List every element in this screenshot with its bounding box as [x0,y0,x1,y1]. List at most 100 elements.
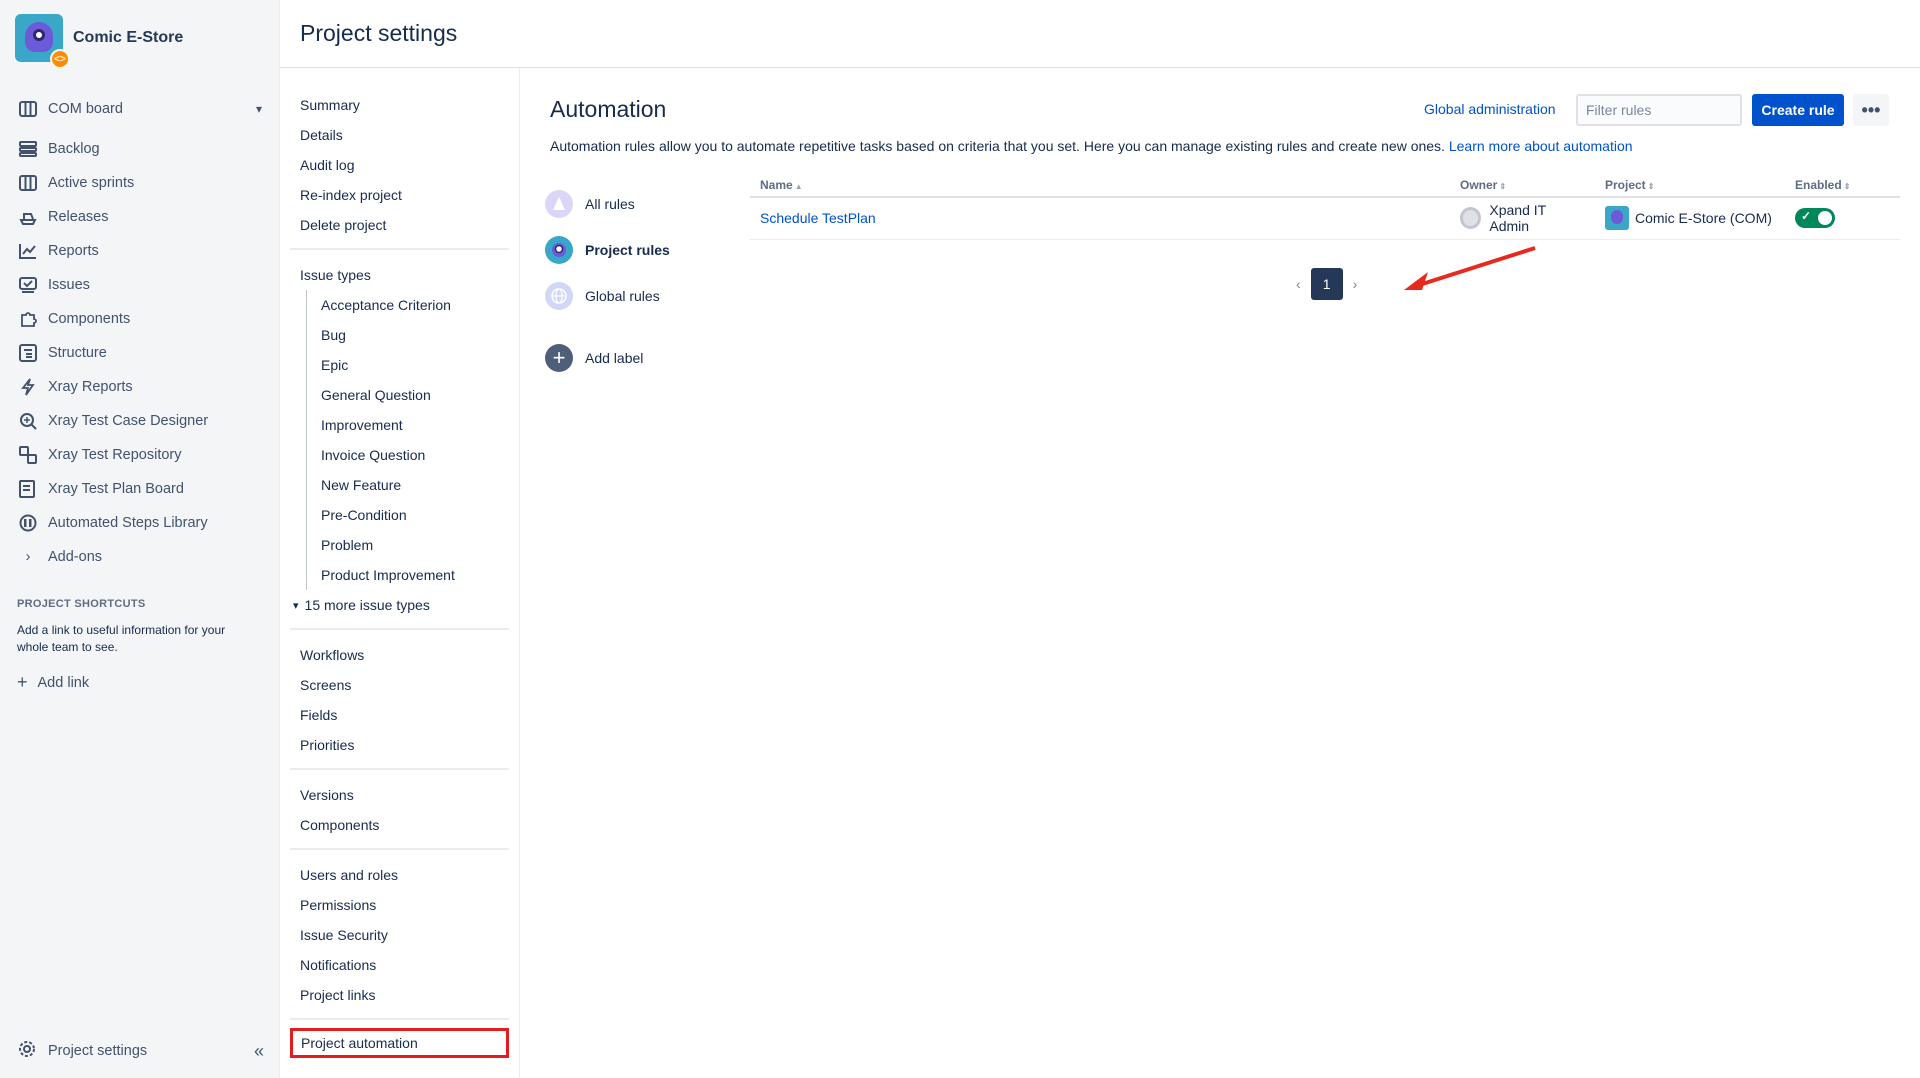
column-header-enabled[interactable]: Enabled ⇕ [1785,173,1900,198]
sidebar-item-xray-test-repository[interactable]: Xray Test Repository [0,438,280,472]
settings-item-screens[interactable]: Screens [290,670,509,700]
table-row: Schedule TestPlan Xpand IT Admin Comic E… [750,197,1900,240]
sidebar-item-reports[interactable]: Reports [0,234,280,268]
sidebar-item-xray-test-case-designer[interactable]: Xray Test Case Designer [0,404,280,438]
owner-name: Xpand IT Admin [1489,202,1546,235]
settings-group-issue-types: Issue types Acceptance Criterion Bug Epi… [290,250,509,630]
rule-categories: All rules Project rules Global rules + A… [545,181,715,381]
sidebar-item-releases[interactable]: Releases [0,200,280,234]
sidebar-item-add-ons[interactable]: › Add-ons [0,540,280,574]
settings-item-project-automation[interactable]: Project automation [290,1028,509,1058]
issue-type-item[interactable]: Acceptance Criterion [307,290,509,320]
sidebar-item-structure[interactable]: Structure [0,336,280,370]
settings-item-project-links[interactable]: Project links [290,980,509,1010]
settings-item-summary[interactable]: Summary [290,90,509,120]
plus-icon: + [545,344,573,372]
settings-item-audit-log[interactable]: Audit log [290,150,509,180]
chevron-down-icon[interactable]: ▾ [256,102,262,116]
sidebar-item-xray-test-plan-board[interactable]: Xray Test Plan Board [0,472,280,506]
issue-type-item[interactable]: Pre-Condition [307,500,509,530]
issue-type-item[interactable]: Epic [307,350,509,380]
issue-type-item[interactable]: Product Improvement [307,560,509,590]
settings-item-permissions[interactable]: Permissions [290,890,509,920]
issue-type-item[interactable]: Improvement [307,410,509,440]
settings-group-versions: Versions Components [290,770,509,850]
issue-type-item[interactable]: New Feature [307,470,509,500]
settings-item-delete-project[interactable]: Delete project [290,210,509,240]
chevron-left-icon[interactable]: ‹ [1286,276,1311,292]
category-project-rules[interactable]: Project rules [545,227,715,273]
category-all-rules[interactable]: All rules [545,181,715,227]
filter-rules-input[interactable] [1576,94,1742,126]
add-link-button[interactable]: + Add link [17,672,257,693]
add-link-label: Add link [37,674,90,691]
settings-item-versions[interactable]: Versions [290,780,509,810]
check-icon: ✓ [1801,209,1812,224]
enabled-toggle[interactable]: ✓ [1795,208,1835,229]
avatar [1460,207,1482,230]
sidebar-item-backlog[interactable]: Backlog [0,132,280,166]
issue-type-item[interactable]: Problem [307,530,509,560]
sidebar-item-active-sprints[interactable]: Active sprints [0,166,280,200]
more-issue-types-label: 15 more issue types [304,597,430,613]
chevron-down-icon: ▾ [293,599,299,612]
settings-item-details[interactable]: Details [290,120,509,150]
column-header-name[interactable]: Name ▲ [750,173,1450,198]
project-avatar [1605,206,1629,231]
structure-icon [18,343,38,363]
global-administration-link[interactable]: Global administration [1424,101,1556,117]
issues-icon [18,275,38,295]
sidebar-item-label: Project settings [48,1043,148,1059]
puzzle-icon [18,309,38,329]
settings-item-components[interactable]: Components [290,810,509,840]
annotation-arrow-icon [1404,246,1536,290]
category-label: Global rules [585,288,660,304]
collapse-sidebar-icon[interactable]: « [254,1041,264,1062]
settings-item-issue-security[interactable]: Issue Security [290,920,509,950]
more-issue-types-toggle[interactable]: ▾ 15 more issue types [290,590,509,620]
project-avatar: <> [15,14,70,69]
shortcuts-description: Add a link to useful information for you… [17,623,226,654]
column-header-owner[interactable]: Owner ⇕ [1450,173,1595,198]
ship-icon [18,207,38,227]
sidebar-item-components[interactable]: Components [0,302,280,336]
settings-item-workflows[interactable]: Workflows [290,640,509,670]
settings-group-schemes: Workflows Screens Fields Priorities [290,630,509,770]
chevron-right-icon[interactable]: › [1343,276,1368,292]
settings-item-priorities[interactable]: Priorities [290,730,509,760]
settings-item-notifications[interactable]: Notifications [290,950,509,980]
settings-group-automation: Project automation [290,1028,509,1058]
page-button[interactable]: 1 [1310,268,1343,300]
description-text: Automation rules allow you to automate r… [550,138,1445,154]
settings-item-users-and-roles[interactable]: Users and roles [290,860,509,890]
learn-more-link[interactable]: Learn more about automation [1449,138,1633,154]
settings-item-reindex-project[interactable]: Re-index project [290,180,509,210]
issue-type-item[interactable]: General Question [307,380,509,410]
create-rule-button[interactable]: Create rule [1752,94,1844,126]
plan-board-icon [18,479,38,499]
rule-name-link[interactable]: Schedule TestPlan [760,210,876,226]
project-name: Comic E-Store [73,29,184,46]
sidebar-item-project-settings[interactable]: Project settings « [18,1040,264,1062]
sidebar-item-automated-steps-library[interactable]: Automated Steps Library [0,506,280,540]
issue-type-item[interactable]: Invoice Question [307,440,509,470]
column-header-project[interactable]: Project ⇕ [1595,173,1785,198]
issue-type-item[interactable]: Bug [307,320,509,350]
designer-icon [18,411,38,431]
sidebar-item-issues[interactable]: Issues [0,268,280,302]
sidebar-item-board[interactable]: COM board ▾ [0,92,280,126]
header-label: Name [760,177,793,192]
add-label-button[interactable]: + Add label [545,335,715,381]
bolt-icon [18,377,38,397]
library-icon [18,513,38,533]
sidebar-item-xray-reports[interactable]: Xray Reports [0,370,280,404]
category-global-rules[interactable]: Global rules [545,273,715,319]
settings-item-issue-types[interactable]: Issue types [290,260,509,290]
more-actions-button[interactable]: ••• [1853,94,1889,126]
sidebar-item-label: Xray Reports [48,379,133,395]
all-rules-icon [545,190,573,218]
sidebar-item-label: Reports [48,243,99,259]
settings-item-fields[interactable]: Fields [290,700,509,730]
project-header[interactable]: <> Comic E-Store [15,14,184,69]
table-header-row: Name ▲ Owner ⇕ Project ⇕ Enabled ⇕ [750,173,1900,198]
